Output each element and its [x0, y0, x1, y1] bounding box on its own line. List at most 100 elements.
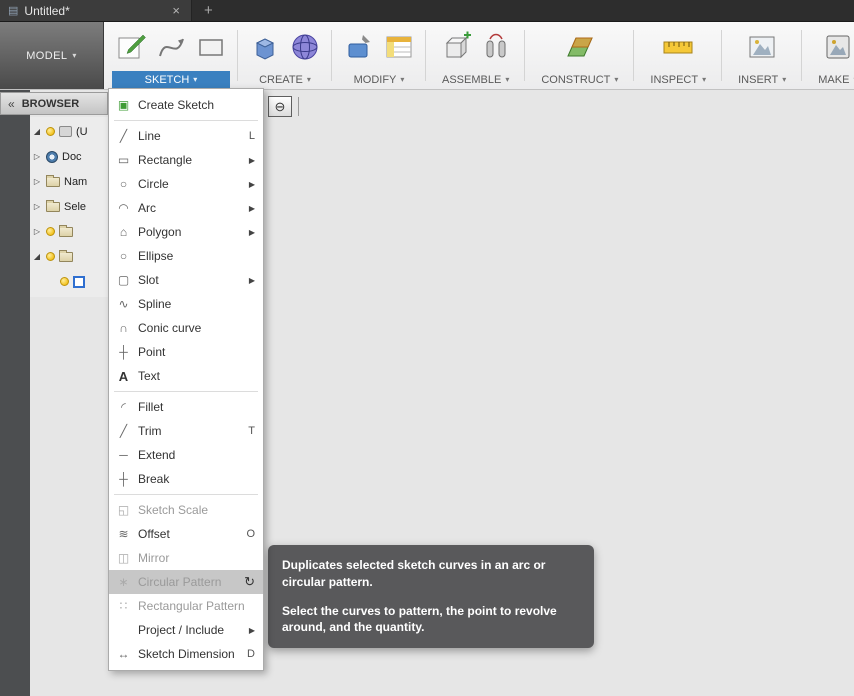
menu-item-label: Rectangular Pattern — [138, 599, 245, 613]
toolbar-tab-label: SKETCH — [144, 73, 190, 86]
attached-canvas-icon[interactable] — [743, 27, 781, 67]
menu-item-project-include[interactable]: Project / Include ▶ — [109, 618, 263, 642]
toolbar-tab-make[interactable]: MAKE▾ — [810, 71, 854, 88]
browser-row[interactable]: ◢ — [30, 244, 108, 269]
expander-collapsed-icon[interactable]: ▷ — [32, 227, 42, 236]
toolbar-tab-insert[interactable]: INSERT ▾ — [730, 71, 794, 88]
menu-item-sketch-scale[interactable]: ◱ Sketch Scale — [109, 498, 263, 522]
close-tab-icon[interactable]: × — [169, 3, 183, 18]
menu-item-ellipse[interactable]: ○ Ellipse — [109, 244, 263, 268]
browser-row[interactable] — [30, 269, 108, 294]
plane-icon[interactable] — [561, 27, 599, 67]
menu-item-fillet[interactable]: ◜ Fillet — [109, 395, 263, 419]
toolbar-tab-assemble[interactable]: ASSEMBLE ▾ — [434, 71, 517, 88]
visibility-bulb-icon[interactable] — [46, 127, 55, 136]
expander-expanded-icon[interactable]: ◢ — [32, 127, 42, 136]
menu-item-mirror[interactable]: ◫ Mirror — [109, 546, 263, 570]
menu-item-break[interactable]: ┼ Break — [109, 467, 263, 491]
sketch-menu: ▣ Create Sketch ╱ Line L ▭ Rectangle ▶ ○ Circle ▶ ◠… — [108, 88, 264, 671]
menu-item-spline[interactable]: ∿ Spline — [109, 292, 263, 316]
browser-panel-title: BROWSER — [21, 97, 80, 110]
menu-item-circle[interactable]: ○ Circle ▶ — [109, 172, 263, 196]
browser-row[interactable]: ◢ (U — [30, 119, 108, 144]
browser-row[interactable]: ▷ Doc — [30, 144, 108, 169]
visibility-bulb-icon[interactable] — [60, 277, 69, 286]
expander-collapsed-icon[interactable]: ▷ — [32, 202, 42, 211]
toolbar-tab-create[interactable]: CREATE ▾ — [251, 71, 319, 88]
point-icon: ┼ — [119, 345, 128, 359]
new-tab-button[interactable]: + — [204, 2, 213, 19]
menu-item-conic-curve[interactable]: ∩ Conic curve — [109, 316, 263, 340]
sketch-icon — [73, 275, 85, 288]
sphere-icon[interactable] — [286, 27, 324, 67]
submenu-arrow-icon: ▶ — [248, 625, 255, 635]
press-pull-icon[interactable] — [340, 27, 378, 67]
mirror-icon: ◫ — [117, 551, 130, 565]
menu-item-point[interactable]: ┼ Point — [109, 340, 263, 364]
toolbar-tab-label: MAKE — [818, 73, 850, 86]
collapse-panel-icon[interactable]: « — [8, 97, 15, 111]
menu-item-label: Sketch Scale — [138, 503, 209, 517]
visibility-bulb-icon[interactable] — [46, 252, 55, 261]
menu-item-slot[interactable]: ▢ Slot ▶ — [109, 268, 263, 292]
palette-collapse-button[interactable]: ⊖ — [268, 96, 292, 117]
browser-row[interactable]: ▷ Sele — [30, 194, 108, 219]
menu-item-trim[interactable]: ╱ Trim T — [109, 419, 263, 443]
menu-item-arc[interactable]: ◠ Arc ▶ — [109, 196, 263, 220]
toolbar-tab-inspect[interactable]: INSPECT ▾ — [642, 71, 714, 88]
toolbar-tab-label: INSPECT — [650, 73, 699, 86]
menu-item-extend[interactable]: ─ Extend — [109, 443, 263, 467]
browser-row[interactable]: ▷ Nam — [30, 169, 108, 194]
create-sketch-icon[interactable] — [112, 27, 150, 67]
document-tab[interactable]: ▤ Untitled* × — [0, 0, 192, 21]
joint-icon[interactable] — [477, 27, 515, 67]
submenu-arrow-icon: ▶ — [248, 203, 255, 213]
browser-row[interactable]: ▷ — [30, 219, 108, 244]
menu-item-rectangular-pattern[interactable]: ∷ Rectangular Pattern — [109, 594, 263, 618]
menu-separator — [114, 494, 258, 495]
make-image-icon[interactable] — [819, 27, 854, 67]
menu-item-create-sketch[interactable]: ▣ Create Sketch — [109, 93, 263, 117]
left-dock-rail — [0, 90, 30, 696]
arc-tool-icon[interactable] — [152, 27, 190, 67]
extend-icon: ─ — [119, 448, 128, 462]
toolbar-group-insert: INSERT ▾ — [722, 22, 803, 89]
toolbar-group-assemble: ASSEMBLE ▾ — [426, 22, 526, 89]
toolbar-groups: SKETCH ▾ CREATE ▾ MODIFY ▾ ASSEMBLE ▾ CONSTRUCT ▾… — [104, 22, 854, 89]
workspace-switcher-model[interactable]: MODEL ▾ — [0, 22, 104, 89]
menu-item-offset[interactable]: ≋ Offset O — [109, 522, 263, 546]
menu-item-sketch-dimension[interactable]: ↔ Sketch Dimension D — [109, 642, 263, 666]
menu-item-label: Conic curve — [138, 321, 202, 335]
fusion-window: ▤ Untitled* × + MODEL ▾ SKETCH ▾ CREATE ▾ MO… — [0, 0, 854, 696]
browser-row-label: Nam — [64, 175, 88, 188]
toolbar-group-modify: MODIFY ▾ — [332, 22, 426, 89]
rectangle-tool-icon[interactable] — [192, 27, 230, 67]
toolbar-tab-label: MODIFY — [353, 73, 397, 86]
toolbar-tab-construct[interactable]: CONSTRUCT ▾ — [533, 71, 626, 88]
expander-expanded-icon[interactable]: ◢ — [32, 252, 42, 261]
toolbar-tab-modify[interactable]: MODIFY ▾ — [346, 71, 413, 88]
slot-icon: ▢ — [117, 273, 130, 287]
menu-item-polygon[interactable]: ⌂ Polygon ▶ — [109, 220, 263, 244]
menu-item-label: Rectangle — [138, 153, 193, 167]
browser-row-label: Sele — [64, 200, 87, 213]
sketch-dimension-icon: ↔ — [117, 647, 130, 661]
menu-item-text[interactable]: A Text — [109, 364, 263, 388]
parameters-icon[interactable] — [380, 27, 418, 67]
new-component-icon[interactable] — [437, 27, 475, 67]
menu-item-rectangle[interactable]: ▭ Rectangle ▶ — [109, 148, 263, 172]
measure-icon[interactable] — [659, 27, 697, 67]
menu-item-circular-pattern[interactable]: ∗ Circular Pattern ↻ — [109, 570, 263, 594]
menu-item-line[interactable]: ╱ Line L — [109, 124, 263, 148]
expander-collapsed-icon[interactable]: ▷ — [32, 177, 42, 186]
menu-item-label: Arc — [138, 201, 156, 215]
expander-collapsed-icon[interactable]: ▷ — [32, 152, 42, 161]
extrude-icon[interactable] — [246, 27, 284, 67]
menu-item-label: Mirror — [138, 551, 170, 565]
toolbar-tab-sketch[interactable]: SKETCH ▾ — [112, 71, 230, 88]
menu-item-label: Sketch Dimension — [138, 647, 235, 661]
visibility-bulb-icon[interactable] — [46, 227, 55, 236]
tooltip-line-2: Select the curves to pattern, the point … — [282, 603, 557, 635]
line-icon: ╱ — [119, 129, 128, 143]
ellipse-icon: ○ — [119, 249, 128, 263]
